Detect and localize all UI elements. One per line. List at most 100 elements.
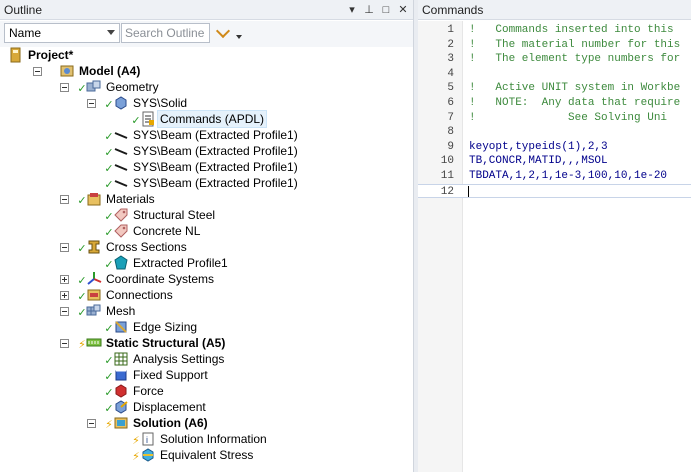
profile-icon — [114, 255, 128, 270]
tree-node-label: SYS\Beam (Extracted Profile1) — [133, 144, 298, 158]
line-number: 2 — [447, 38, 454, 51]
solution-icon — [114, 417, 128, 429]
tree-node-commands-apdl[interactable]: ✓ Commands (APDL) — [0, 110, 413, 128]
tree-node-label: Equivalent Stress — [160, 448, 254, 462]
solid-body-icon — [115, 96, 127, 110]
tree-node-structural-steel[interactable]: ✓ Structural Steel — [0, 207, 413, 223]
code-line[interactable]: 10 TB,CONCR,MATID,,,MSOL — [418, 154, 691, 168]
tree-node-label: Structural Steel — [133, 208, 216, 222]
code-line[interactable]: 8 — [418, 125, 691, 139]
tree-node-extracted-profile1[interactable]: ✓ Extracted Profile1 — [0, 255, 413, 271]
line-number: 9 — [447, 140, 454, 153]
code-line[interactable]: 12 — [418, 183, 691, 198]
line-number: 3 — [447, 53, 454, 66]
commands-header: Commands — [418, 0, 691, 20]
tree-node-cross-sections[interactable]: ✓ Cross Sections — [0, 239, 413, 255]
apdl-editor[interactable]: 1 ! Commands inserted into this 2 ! The mat… — [418, 21, 691, 472]
maximize-icon[interactable]: □ — [380, 2, 392, 18]
line-body-icon — [114, 132, 128, 139]
analysis-settings-icon — [114, 352, 128, 366]
line-number: 11 — [440, 170, 454, 182]
commands-icon — [142, 111, 154, 127]
tree-node-connections[interactable]: ✓ Connections — [0, 287, 413, 303]
code-text: ! Commands inserted into this — [469, 24, 674, 36]
tree-node-beam3[interactable]: ✓ SYS\Beam (Extracted Profile1) — [0, 159, 413, 175]
chevron-down-icon — [107, 30, 115, 35]
tree-node-label: Connections — [106, 288, 173, 302]
code-line[interactable]: 1 ! Commands inserted into this — [418, 23, 691, 37]
tree-node-fixed-support[interactable]: ✓ Fixed Support — [0, 367, 413, 383]
outline-header: Outline ▾ ⊥ □ ✕ — [0, 0, 413, 20]
search-outline-input[interactable] — [121, 23, 210, 43]
code-text: TB,CONCR,MATID,,,MSOL — [469, 155, 608, 168]
tree-node-label: Fixed Support — [133, 368, 208, 382]
line-number: 12 — [440, 185, 454, 198]
svg-text:i: i — [146, 435, 148, 445]
tree-node-label: SYS\Beam (Extracted Profile1) — [133, 160, 298, 174]
line-number: 4 — [447, 67, 454, 80]
collapse-icon[interactable] — [60, 195, 69, 204]
tree-node-label: Extracted Profile1 — [133, 256, 228, 270]
tree-node-equivalent-stress[interactable]: ⚡ Equivalent Stress — [0, 447, 413, 463]
collapse-icon[interactable] — [60, 83, 69, 92]
tree-node-materials[interactable]: ✓ Materials — [0, 191, 413, 207]
tree-node-concrete-nl[interactable]: ✓ Concrete NL — [0, 223, 413, 239]
force-icon — [115, 384, 127, 398]
outline-toolbar: Name — [0, 21, 413, 47]
tree-node-edge-sizing[interactable]: ✓ Edge Sizing — [0, 319, 413, 335]
tree-node-label: SYS\Beam (Extracted Profile1) — [133, 176, 298, 190]
code-line[interactable]: 11 TBDATA,1,2,1,1e-3,100,10,1e-20 — [418, 169, 691, 183]
dropdown-arrow-icon[interactable]: ▾ — [346, 2, 358, 18]
close-icon[interactable]: ✕ — [397, 2, 409, 18]
name-filter-value: Name — [9, 26, 42, 40]
tree-node-sys-solid[interactable]: ✓ SYS\Solid — [0, 95, 413, 111]
collapse-icon[interactable] — [60, 339, 69, 348]
code-line[interactable]: 9 keyopt,typeids(1),2,3 — [418, 140, 691, 154]
tree-node-force[interactable]: ✓ Force — [0, 383, 413, 399]
tree-node-beam1[interactable]: ✓ SYS\Beam (Extracted Profile1) — [0, 127, 413, 143]
pin-icon[interactable]: ⊥ — [363, 2, 375, 18]
collapse-icon[interactable] — [60, 243, 69, 252]
tree-node-label: Solution Information — [160, 432, 267, 446]
tree-node-label: Edge Sizing — [133, 320, 198, 334]
tree-node-label: Model (A4) — [79, 64, 141, 78]
tree-node-project[interactable]: Project* — [0, 47, 413, 63]
collapse-icon[interactable] — [87, 99, 96, 108]
expand-icon[interactable] — [60, 275, 69, 284]
collapse-icon[interactable] — [60, 307, 69, 316]
commands-title: Commands — [422, 2, 484, 17]
code-line[interactable]: 4 — [418, 67, 691, 81]
tree-node-model[interactable]: Model (A4) — [0, 63, 413, 79]
commands-pane: Commands 1 ! Commands inserted into this 2… — [418, 0, 691, 472]
code-line[interactable]: 2 ! The material number for this — [418, 38, 691, 52]
material-tag-icon — [114, 208, 128, 222]
collapse-icon[interactable] — [87, 419, 96, 428]
line-number: 1 — [447, 24, 454, 36]
code-line[interactable]: 3 ! The element type numbers for — [418, 52, 691, 66]
outline-tree: Project* Model (A4) ✓ Geometry ✓ SYS\Solid ✓ Co… — [0, 47, 413, 472]
tree-node-beam4[interactable]: ✓ SYS\Beam (Extracted Profile1) — [0, 175, 413, 191]
tree-node-beam2[interactable]: ✓ SYS\Beam (Extracted Profile1) — [0, 143, 413, 159]
code-text: ! The material number for this — [469, 38, 681, 51]
coordinate-systems-icon — [87, 272, 102, 285]
tree-node-geometry[interactable]: ✓ Geometry — [0, 79, 413, 95]
tree-node-solution[interactable]: ⚡ Solution (A6) — [0, 415, 413, 431]
code-line[interactable]: 6 ! NOTE: Any data that require — [418, 96, 691, 110]
name-filter-combo[interactable]: Name — [4, 23, 120, 43]
tree-node-solution-information[interactable]: ⚡ i Solution Information — [0, 431, 413, 447]
tree-node-analysis-settings[interactable]: ✓ Analysis Settings — [0, 351, 413, 367]
tree-node-label: Force — [133, 384, 164, 398]
equivalent-stress-icon — [142, 448, 154, 462]
code-line[interactable]: 5 ! Active UNIT system in Workbe — [418, 81, 691, 95]
tree-node-static-structural[interactable]: ⚡ Static Structural (A5) — [0, 335, 413, 351]
tree-node-mesh[interactable]: ✓ Mesh — [0, 303, 413, 319]
connections-icon — [87, 289, 101, 301]
tree-node-coordinate-systems[interactable]: ✓ Coordinate Systems — [0, 271, 413, 287]
expand-icon[interactable] — [60, 291, 69, 300]
tree-node-displacement[interactable]: ✓ Displacement — [0, 399, 413, 415]
code-line[interactable]: 7 ! See Solving Uni — [418, 111, 691, 125]
collapse-icon[interactable] — [33, 67, 42, 76]
code-text: ! See Solving Uni — [469, 111, 668, 124]
filter-options-button[interactable] — [214, 23, 246, 43]
mesh-icon — [86, 304, 101, 316]
